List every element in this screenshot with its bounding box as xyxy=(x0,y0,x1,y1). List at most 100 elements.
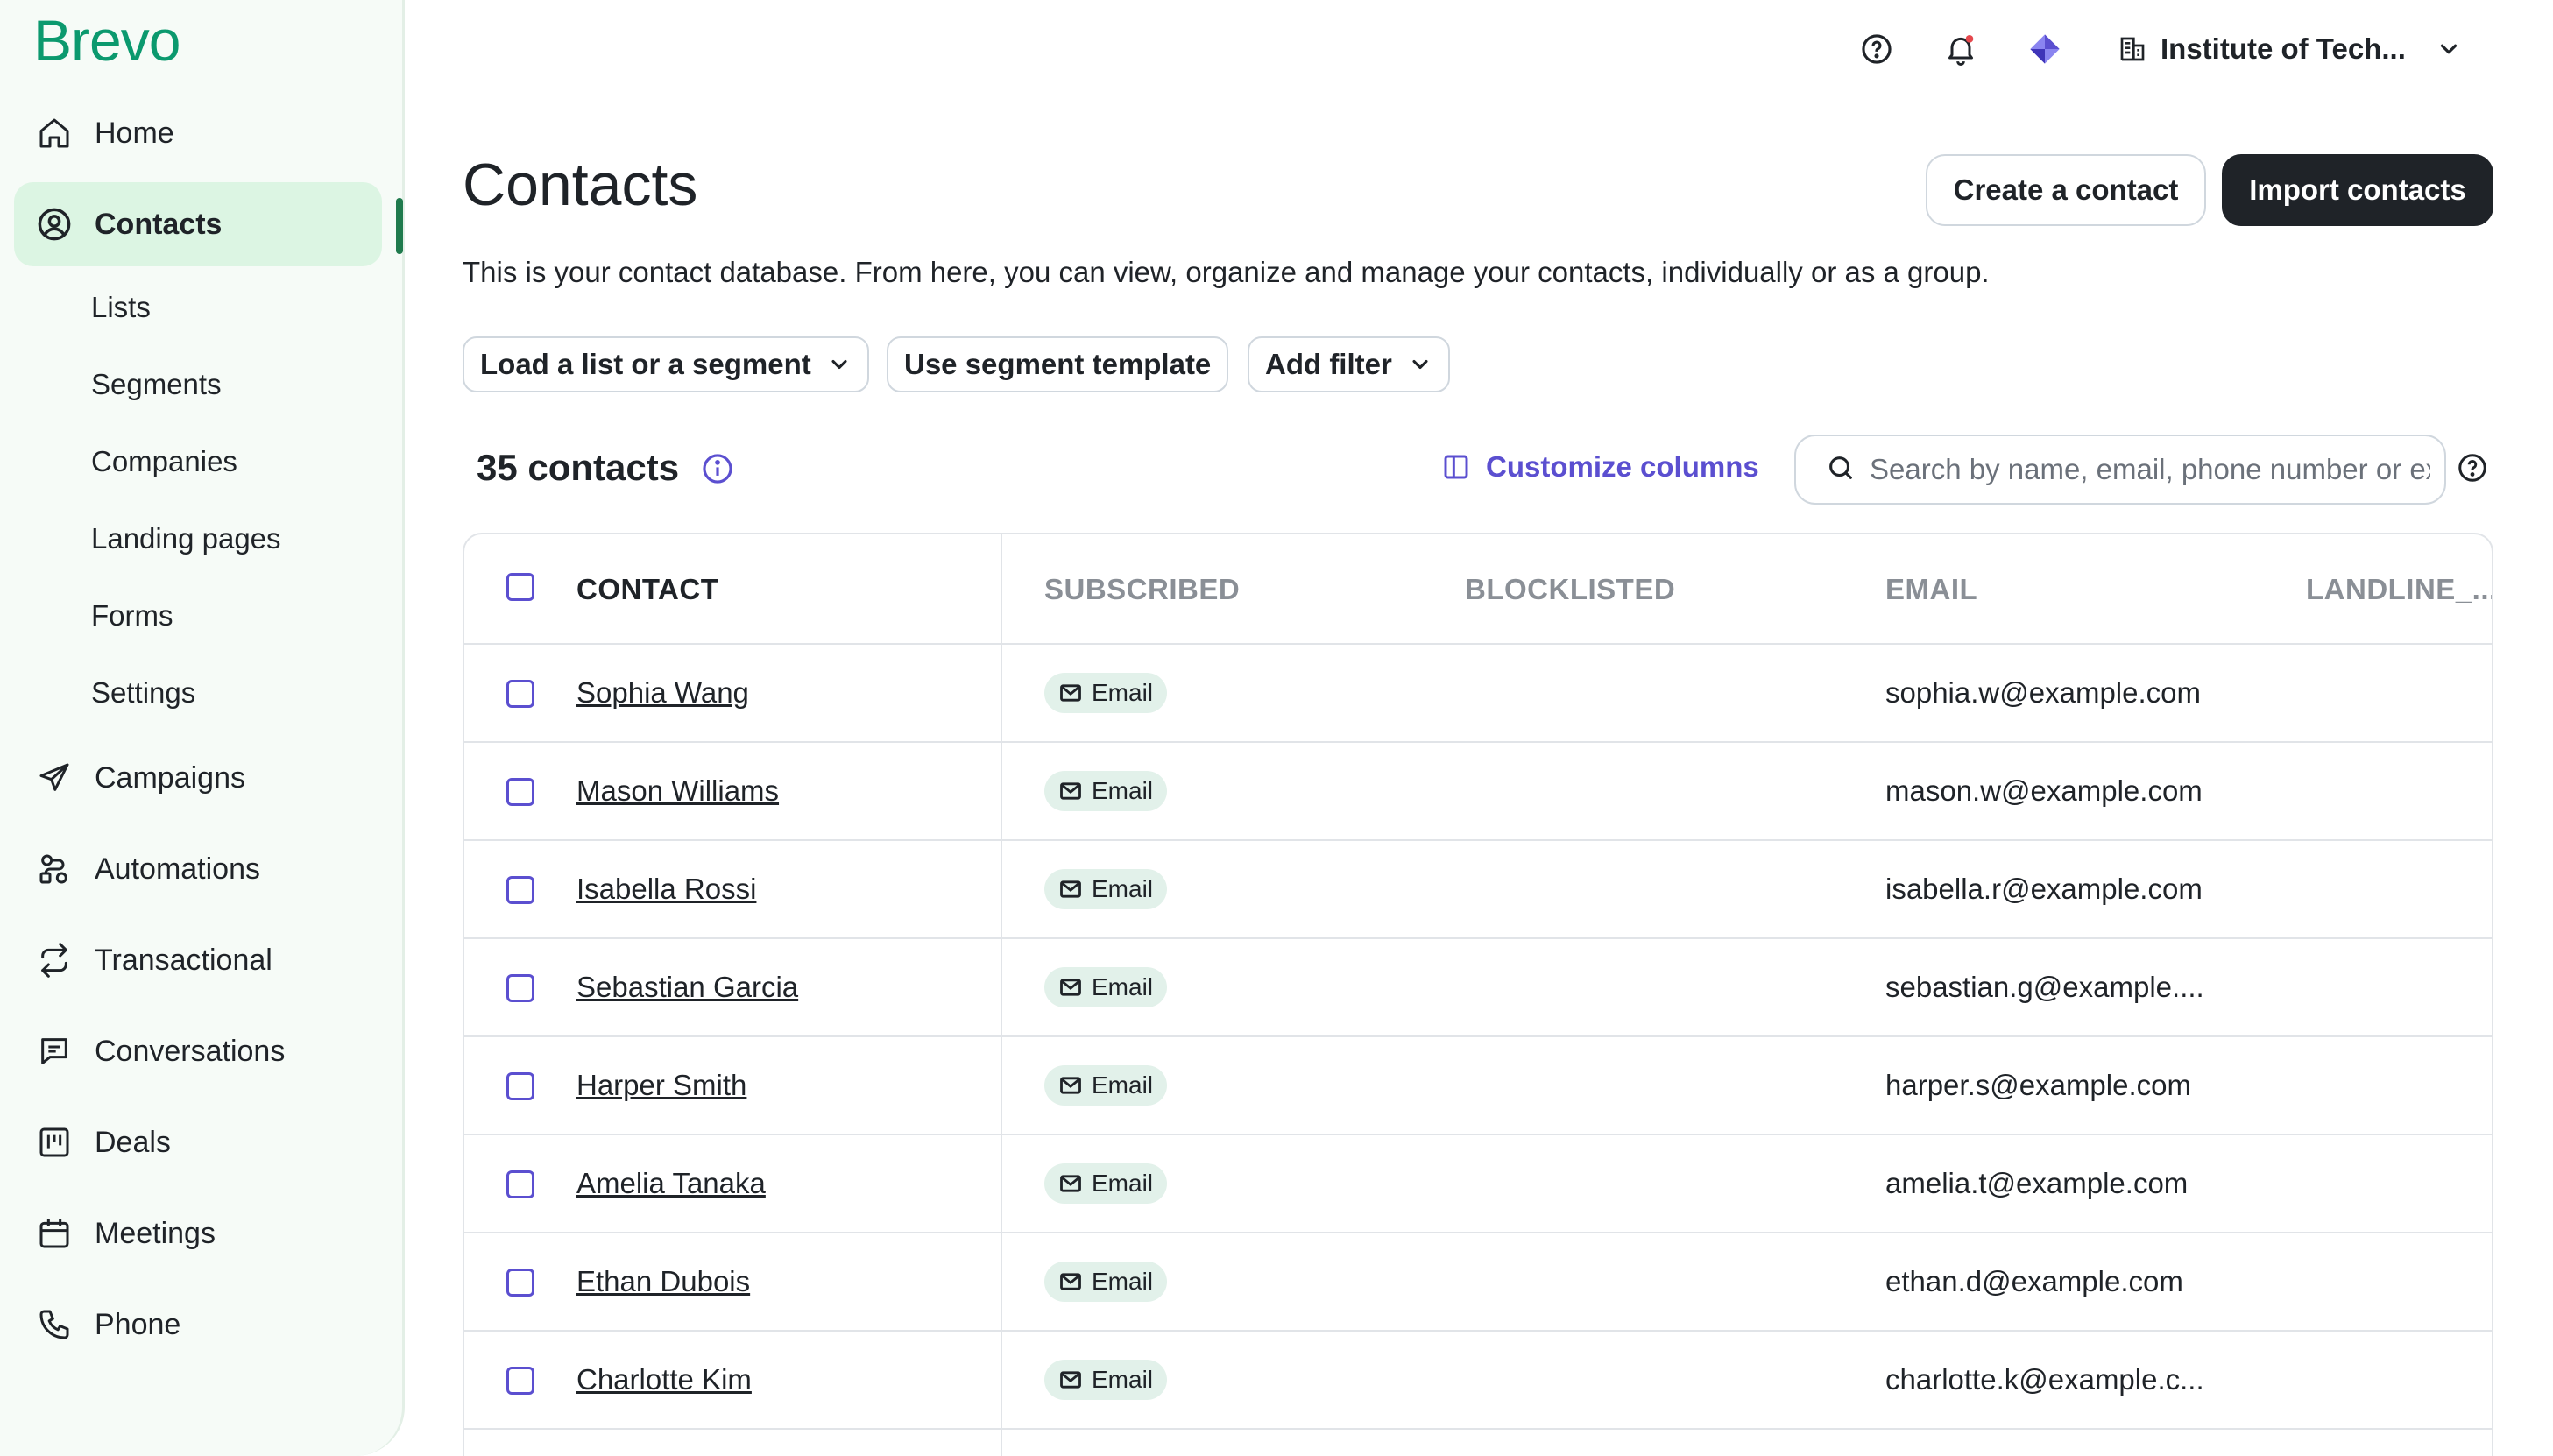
search-input[interactable] xyxy=(1870,453,2430,486)
row-checkbox[interactable] xyxy=(506,778,534,806)
import-contacts-button[interactable]: Import contacts xyxy=(2222,154,2493,226)
sidebar-item-phone[interactable]: Phone xyxy=(14,1283,382,1367)
subscribed-badge: Email xyxy=(1044,1360,1168,1400)
sidebar-item-label: Home xyxy=(95,116,174,150)
badge-label: Email xyxy=(1092,875,1154,902)
table-row[interactable]: Ethan Dubois Email ethan.d@example.com xyxy=(464,1233,2492,1332)
subscribed-badge: Email xyxy=(1044,1065,1168,1106)
sidebar-item-label: Conversations xyxy=(95,1034,286,1068)
row-checkbox[interactable] xyxy=(506,1170,534,1198)
organization-switcher[interactable]: Institute of Tech... xyxy=(2118,23,2462,75)
table-row[interactable]: Sebastian Garcia Email sebastian.g@examp… xyxy=(464,939,2492,1037)
contact-name-link[interactable]: Mason Williams xyxy=(576,774,779,808)
table-row[interactable]: Mason Williams Email mason.w@example.com xyxy=(464,743,2492,841)
chevron-down-icon xyxy=(1408,352,1432,377)
page-title: Contacts xyxy=(463,152,698,218)
automation-icon xyxy=(35,850,74,888)
sidebar-subitem-lists[interactable]: Lists xyxy=(91,291,151,324)
sidebar-item-transactional[interactable]: Transactional xyxy=(14,918,382,1002)
row-checkbox[interactable] xyxy=(506,876,534,904)
sidebar-item-conversations[interactable]: Conversations xyxy=(14,1009,382,1093)
contact-email: sebastian.g@example.... xyxy=(1885,971,2204,1003)
info-icon[interactable] xyxy=(701,452,734,490)
customize-columns-button[interactable]: Customize columns xyxy=(1442,450,1759,484)
envelope-icon xyxy=(1058,877,1083,901)
help-icon[interactable] xyxy=(1857,30,1896,68)
contact-email: mason.w@example.com xyxy=(1885,774,2203,807)
subscribed-badge: Email xyxy=(1044,1262,1168,1302)
badge-label: Email xyxy=(1092,1366,1154,1393)
subscribed-badge: Email xyxy=(1044,967,1168,1007)
contact-name-link[interactable]: Harper Smith xyxy=(576,1069,746,1102)
load-list-label: Load a list or a segment xyxy=(480,348,811,380)
badge-label: Email xyxy=(1092,1170,1154,1197)
notifications-bell-icon[interactable] xyxy=(1941,30,1980,68)
table-row[interactable]: Amelia Tanaka Email amelia.t@example.com xyxy=(464,1135,2492,1233)
table-row[interactable]: Harper Smith Email harper.s@example.com xyxy=(464,1037,2492,1135)
create-contact-button[interactable]: Create a contact xyxy=(1926,154,2206,226)
sidebar-item-label: Transactional xyxy=(95,943,272,977)
building-icon xyxy=(2118,35,2146,63)
contact-name-link[interactable]: Isabella Rossi xyxy=(576,873,756,906)
sidebar-subitem-forms[interactable]: Forms xyxy=(91,599,173,633)
sidebar-item-campaigns[interactable]: Campaigns xyxy=(14,736,382,820)
column-header-blocklisted[interactable]: BLOCKLISTED xyxy=(1465,573,1675,606)
row-checkbox[interactable] xyxy=(506,1367,534,1395)
sidebar-subitem-companies[interactable]: Companies xyxy=(91,445,237,478)
contact-name-link[interactable]: Sebastian Garcia xyxy=(576,971,798,1004)
contact-name-link[interactable]: Sophia Wang xyxy=(576,676,749,710)
table-row[interactable]: Charlotte Kim Email charlotte.k@example.… xyxy=(464,1332,2492,1430)
contact-name-link[interactable]: Ethan Dubois xyxy=(576,1265,750,1298)
sidebar-subitem-segments[interactable]: Segments xyxy=(91,368,222,401)
sidebar-item-label: Campaigns xyxy=(95,760,245,795)
row-checkbox[interactable] xyxy=(506,680,534,708)
select-all-checkbox[interactable] xyxy=(506,573,534,601)
sidebar-subitem-landing-pages[interactable]: Landing pages xyxy=(91,522,281,555)
column-header-subscribed[interactable]: SUBSCRIBED xyxy=(1044,573,1240,606)
customize-columns-label: Customize columns xyxy=(1486,450,1759,483)
load-list-dropdown[interactable]: Load a list or a segment xyxy=(463,336,869,392)
add-filter-label: Add filter xyxy=(1265,348,1392,380)
table-row[interactable]: Isabella Rossi Email isabella.r@example.… xyxy=(464,841,2492,939)
column-header-contact[interactable]: CONTACT xyxy=(576,573,718,606)
envelope-icon xyxy=(1058,1171,1083,1196)
row-checkbox[interactable] xyxy=(506,1072,534,1100)
table-row[interactable]: Sophia Wang Email sophia.w@example.com xyxy=(464,645,2492,743)
subscribed-badge: Email xyxy=(1044,869,1168,909)
arrows-cycle-icon xyxy=(35,941,74,979)
sidebar-item-automations[interactable]: Automations xyxy=(14,827,382,911)
user-circle-icon xyxy=(35,205,74,244)
contact-name-link[interactable]: Amelia Tanaka xyxy=(576,1167,766,1200)
brevo-logo[interactable]: Brevo xyxy=(33,7,180,74)
sidebar-subitem-settings[interactable]: Settings xyxy=(91,676,195,710)
envelope-icon xyxy=(1058,779,1083,803)
badge-label: Email xyxy=(1092,679,1154,706)
contact-email: sophia.w@example.com xyxy=(1885,676,2201,709)
subscribed-badge: Email xyxy=(1044,771,1168,811)
segment-template-button[interactable]: Use segment template xyxy=(887,336,1229,392)
row-checkbox[interactable] xyxy=(506,1269,534,1297)
badge-label: Email xyxy=(1092,777,1154,804)
row-checkbox[interactable] xyxy=(506,974,534,1002)
subscribed-badge: Email xyxy=(1044,673,1168,713)
sidebar-item-deals[interactable]: Deals xyxy=(14,1100,382,1184)
sidebar: Brevo Home Contacts Lists Segments Compa… xyxy=(0,0,405,1456)
organization-name: Institute of Tech... xyxy=(2161,32,2406,65)
sidebar-item-home[interactable]: Home xyxy=(14,91,382,175)
contact-name-link[interactable]: Charlotte Kim xyxy=(576,1363,752,1396)
search-help-icon[interactable] xyxy=(2457,452,2488,488)
contact-email: harper.s@example.com xyxy=(1885,1069,2191,1101)
envelope-icon xyxy=(1058,1269,1083,1294)
add-filter-dropdown[interactable]: Add filter xyxy=(1248,336,1450,392)
active-indicator xyxy=(396,198,403,254)
column-header-email[interactable]: EMAIL xyxy=(1885,573,1977,606)
sidebar-item-label: Phone xyxy=(95,1307,181,1341)
envelope-icon xyxy=(1058,1073,1083,1098)
table-header: CONTACT SUBSCRIBED BLOCKLISTED EMAIL LAN… xyxy=(464,534,2492,645)
badge-label: Email xyxy=(1092,1268,1154,1295)
column-header-landline[interactable]: LANDLINE_... xyxy=(2306,573,2492,606)
sidebar-item-contacts[interactable]: Contacts xyxy=(14,182,382,266)
sidebar-item-meetings[interactable]: Meetings xyxy=(14,1191,382,1276)
phone-icon xyxy=(35,1305,74,1344)
diamond-upgrade-icon[interactable] xyxy=(2026,30,2064,68)
